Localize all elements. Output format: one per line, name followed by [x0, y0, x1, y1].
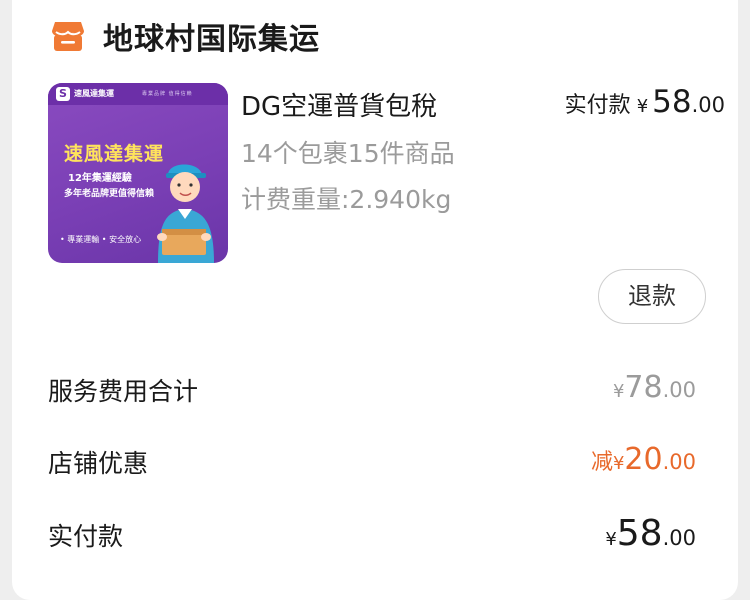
currency-symbol: ¥	[636, 96, 649, 117]
shop-discount-label: 店铺优惠	[48, 449, 149, 478]
courier-illustration	[157, 164, 214, 263]
thumbnail-line2: 多年老品牌更值得信賴	[64, 189, 155, 199]
service-fee-value: ¥78.00	[613, 370, 696, 405]
actual-paid-value: ¥58.00	[605, 513, 696, 554]
currency-symbol: ¥	[605, 529, 617, 550]
paid-integer: 58	[652, 84, 692, 120]
service-fee-label: 服务费用合计	[48, 377, 199, 406]
shop-icon[interactable]	[51, 20, 85, 52]
package-count: 14个包裹15件商品	[241, 139, 455, 168]
shop-discount-value: 减¥20.00	[591, 442, 696, 477]
service-fee-decimal: .00	[662, 378, 696, 402]
shop-discount-decimal: .00	[662, 450, 696, 474]
paid-label: 实付款	[564, 93, 631, 118]
refund-button[interactable]: 退款	[598, 269, 706, 324]
discount-prefix: 减	[590, 450, 613, 475]
billing-weight: 计费重量:2.940kg	[241, 185, 452, 214]
brand-logo-icon: S	[56, 87, 70, 101]
thumbnail-line1: 12年集運經驗	[68, 173, 132, 184]
product-thumbnail[interactable]: S 速風達集運 專業品牌 值得信賴 速風達集運 12年集運經驗 多年老品牌更值得…	[48, 83, 228, 263]
currency-symbol: ¥	[612, 381, 625, 402]
thumbnail-slogan: 專業品牌 值得信賴	[142, 91, 193, 97]
shop-discount-integer: 20	[624, 442, 663, 477]
actual-paid-decimal: .00	[662, 526, 696, 550]
service-fee-integer: 78	[624, 370, 663, 405]
paid-decimal: .00	[691, 93, 725, 117]
actual-paid-integer: 58	[616, 513, 663, 554]
actual-paid-label: 实付款	[48, 522, 124, 551]
thumbnail-footer: • 專業運輸 • 安全放心	[60, 235, 142, 244]
product-title[interactable]: DG空運普貨包稅	[241, 86, 437, 123]
item-paid-amount: 实付款 ¥58.00	[565, 84, 725, 120]
shop-name[interactable]: 地球村国际集运	[103, 14, 320, 58]
thumbnail-brand: 速風達集運	[74, 89, 114, 98]
currency-symbol: ¥	[612, 453, 625, 474]
